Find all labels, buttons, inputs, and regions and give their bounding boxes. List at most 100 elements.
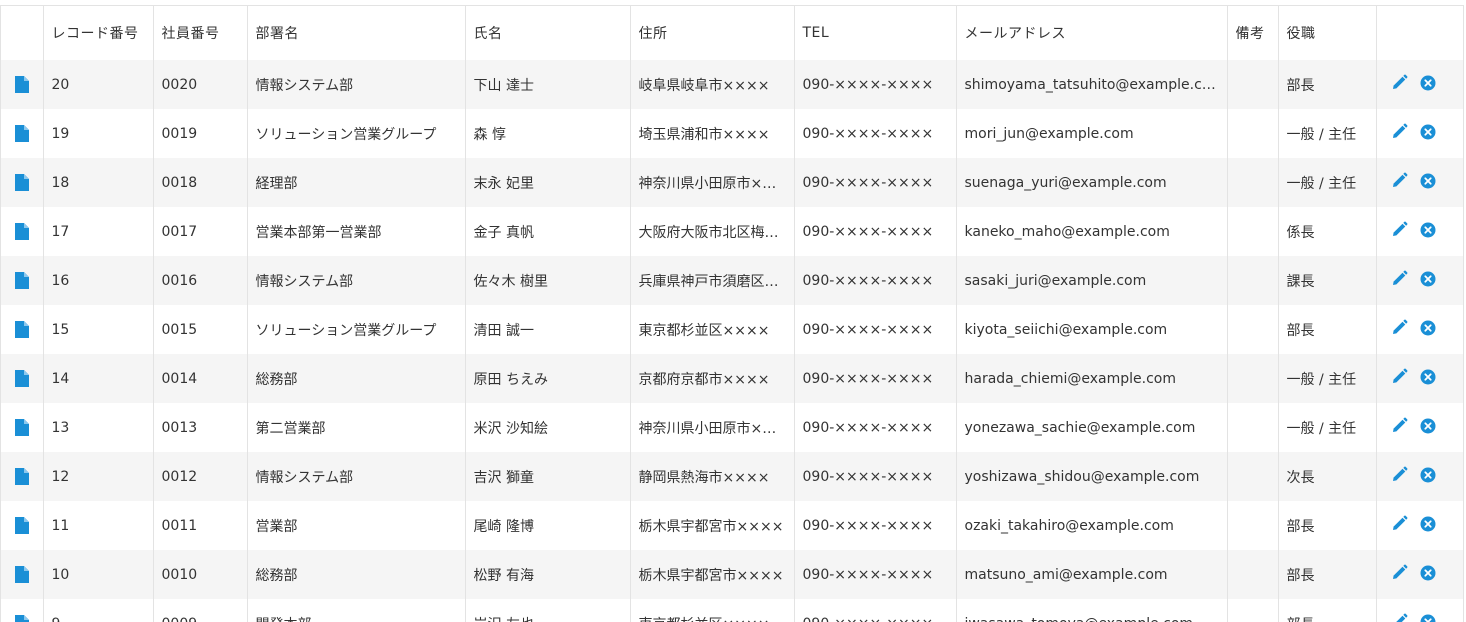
row-actions [1376, 403, 1463, 452]
record-detail-link[interactable] [1, 550, 43, 599]
pencil-icon[interactable] [1391, 221, 1408, 242]
col-header-role[interactable]: 役職 [1278, 6, 1376, 60]
cell-department: 情報システム部 [247, 60, 465, 109]
pencil-icon[interactable] [1391, 515, 1408, 536]
table-row[interactable]: 140014総務部原田 ちえみ京都府京都市××××090-××××-××××ha… [1, 354, 1463, 403]
close-circle-icon[interactable] [1420, 173, 1436, 193]
cell-email: shimoyama_tatsuhito@example.com [956, 60, 1227, 109]
col-header-record-number[interactable]: レコード番号 [43, 6, 153, 60]
close-circle-icon[interactable] [1420, 271, 1436, 291]
file-icon[interactable] [1, 517, 43, 534]
cell-note [1227, 501, 1278, 550]
close-circle-icon[interactable] [1420, 369, 1436, 389]
close-circle-icon[interactable] [1420, 467, 1436, 487]
cell-record-number: 10 [43, 550, 153, 599]
pencil-icon[interactable] [1391, 123, 1408, 144]
file-icon[interactable] [1, 223, 43, 240]
cell-department: 営業部 [247, 501, 465, 550]
table-row[interactable]: 180018経理部末永 妃里神奈川県小田原市××××090-××××-××××s… [1, 158, 1463, 207]
cell-department: 営業本部第一営業部 [247, 207, 465, 256]
table-row[interactable]: 170017営業本部第一営業部金子 真帆大阪府大阪市北区梅…090-××××-×… [1, 207, 1463, 256]
cell-tel: 090-××××-×××× [794, 109, 956, 158]
table-row[interactable]: 150015ソリューション営業グループ清田 誠一東京都杉並区××××090-××… [1, 305, 1463, 354]
record-detail-link[interactable] [1, 501, 43, 550]
record-detail-link[interactable] [1, 403, 43, 452]
pencil-icon[interactable] [1391, 74, 1408, 95]
file-icon[interactable] [1, 76, 43, 93]
record-detail-link[interactable] [1, 158, 43, 207]
pencil-icon[interactable] [1391, 172, 1408, 193]
record-detail-link[interactable] [1, 256, 43, 305]
file-icon[interactable] [1, 370, 43, 387]
col-header-address[interactable]: 住所 [630, 6, 794, 60]
record-detail-link[interactable] [1, 599, 43, 622]
records-table: レコード番号 社員番号 部署名 氏名 住所 TEL メールアドレス 備考 役職 … [1, 6, 1463, 622]
record-detail-link[interactable] [1, 452, 43, 501]
col-header-employee-number[interactable]: 社員番号 [153, 6, 247, 60]
file-icon[interactable] [1, 174, 43, 191]
cell-note [1227, 158, 1278, 207]
cell-record-number: 13 [43, 403, 153, 452]
cell-address: 神奈川県小田原市×××× [630, 158, 794, 207]
pencil-icon[interactable] [1391, 368, 1408, 389]
file-icon[interactable] [1, 321, 43, 338]
row-actions [1376, 550, 1463, 599]
file-icon[interactable] [1, 272, 43, 289]
close-circle-icon[interactable] [1420, 565, 1436, 585]
cell-tel: 090-××××-×××× [794, 305, 956, 354]
pencil-icon[interactable] [1391, 417, 1408, 438]
close-circle-icon[interactable] [1420, 75, 1436, 95]
cell-name: 尾崎 隆博 [465, 501, 630, 550]
table-row[interactable]: 100010総務部松野 有海栃木県宇都宮市××××090-××××-××××ma… [1, 550, 1463, 599]
table-row[interactable]: 90009開発本部岩沢 友也東京都杉並区××××090-××××-××××iwa… [1, 599, 1463, 622]
record-detail-link[interactable] [1, 354, 43, 403]
table-row[interactable]: 190019ソリューション営業グループ森 惇埼玉県浦和市××××090-××××… [1, 109, 1463, 158]
record-detail-link[interactable] [1, 60, 43, 109]
file-icon[interactable] [1, 566, 43, 583]
pencil-icon[interactable] [1391, 564, 1408, 585]
pencil-icon[interactable] [1391, 319, 1408, 340]
cell-tel: 090-××××-×××× [794, 501, 956, 550]
close-circle-icon[interactable] [1420, 222, 1436, 242]
table-row[interactable]: 120012情報システム部吉沢 獅童静岡県熱海市××××090-××××-×××… [1, 452, 1463, 501]
record-detail-link[interactable] [1, 109, 43, 158]
pencil-icon[interactable] [1391, 466, 1408, 487]
table-header-row: レコード番号 社員番号 部署名 氏名 住所 TEL メールアドレス 備考 役職 [1, 6, 1463, 60]
cell-email: iwasawa_tomoya@example.com [956, 599, 1227, 622]
cell-address: 岐阜県岐阜市×××× [630, 60, 794, 109]
col-header-note[interactable]: 備考 [1227, 6, 1278, 60]
file-icon[interactable] [1, 468, 43, 485]
cell-department: 情報システム部 [247, 256, 465, 305]
cell-role: 一般 / 主任 [1278, 158, 1376, 207]
cell-department: ソリューション営業グループ [247, 109, 465, 158]
record-detail-link[interactable] [1, 305, 43, 354]
cell-role: 部長 [1278, 550, 1376, 599]
cell-email: sasaki_juri@example.com [956, 256, 1227, 305]
col-header-name[interactable]: 氏名 [465, 6, 630, 60]
pencil-icon[interactable] [1391, 270, 1408, 291]
cell-name: 原田 ちえみ [465, 354, 630, 403]
cell-employee-number: 0010 [153, 550, 247, 599]
records-table-container: レコード番号 社員番号 部署名 氏名 住所 TEL メールアドレス 備考 役職 … [0, 5, 1464, 622]
col-header-department[interactable]: 部署名 [247, 6, 465, 60]
cell-note [1227, 207, 1278, 256]
table-row[interactable]: 110011営業部尾崎 隆博栃木県宇都宮市××××090-××××-××××oz… [1, 501, 1463, 550]
cell-role: 部長 [1278, 599, 1376, 622]
cell-tel: 090-××××-×××× [794, 550, 956, 599]
file-icon[interactable] [1, 125, 43, 142]
file-icon[interactable] [1, 419, 43, 436]
cell-employee-number: 0016 [153, 256, 247, 305]
close-circle-icon[interactable] [1420, 418, 1436, 438]
close-circle-icon[interactable] [1420, 320, 1436, 340]
table-row[interactable]: 160016情報システム部佐々木 樹里兵庫県神戸市須磨区×…090-××××-×… [1, 256, 1463, 305]
record-detail-link[interactable] [1, 207, 43, 256]
cell-name: 松野 有海 [465, 550, 630, 599]
col-header-email[interactable]: メールアドレス [956, 6, 1227, 60]
cell-email: ozaki_takahiro@example.com [956, 501, 1227, 550]
close-circle-icon[interactable] [1420, 124, 1436, 144]
col-header-tel[interactable]: TEL [794, 6, 956, 60]
cell-record-number: 18 [43, 158, 153, 207]
close-circle-icon[interactable] [1420, 516, 1436, 536]
table-row[interactable]: 200020情報システム部下山 達士岐阜県岐阜市××××090-××××-×××… [1, 60, 1463, 109]
table-row[interactable]: 130013第二営業部米沢 沙知絵神奈川県小田原市××××090-××××-××… [1, 403, 1463, 452]
